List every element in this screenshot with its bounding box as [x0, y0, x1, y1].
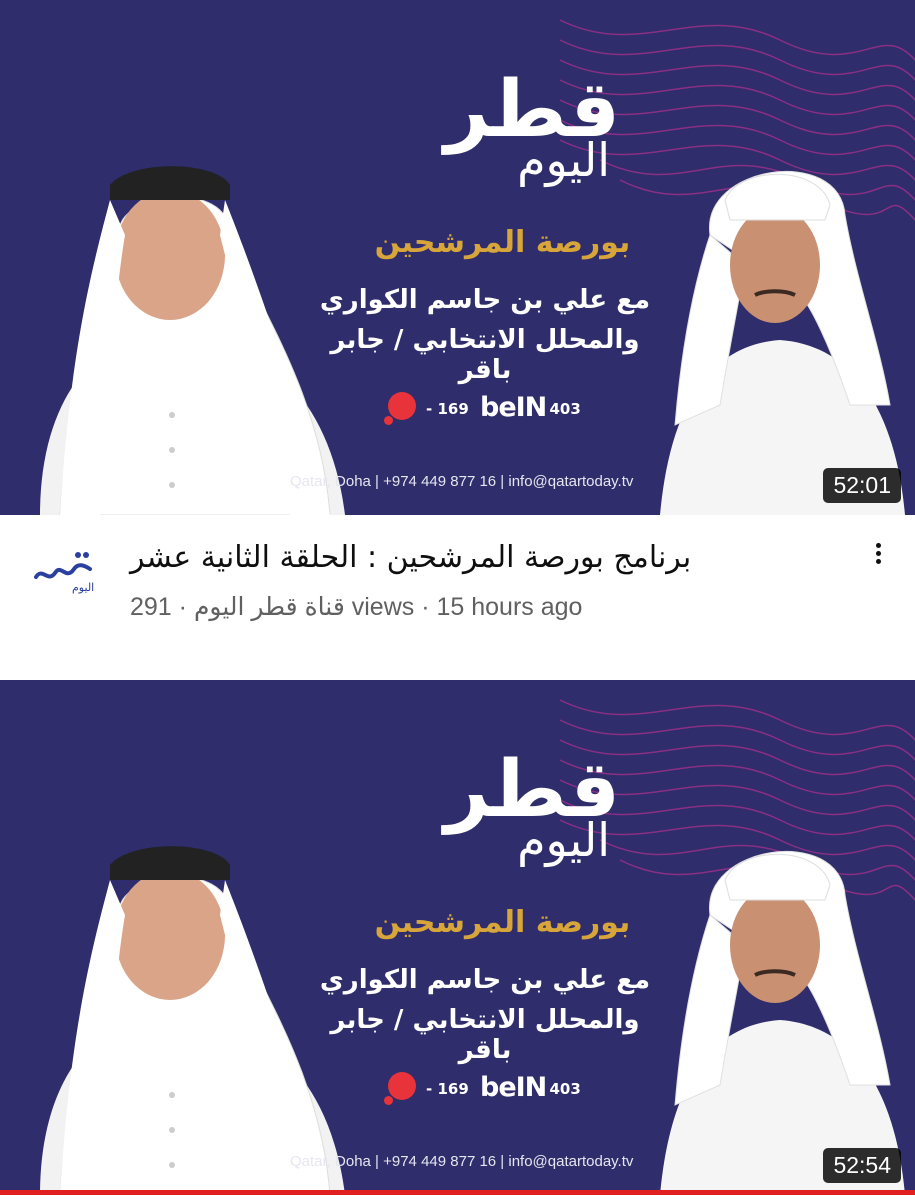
channel-avatar[interactable]: اليوم: [28, 545, 98, 595]
watch-progress-bar: [0, 1190, 915, 1195]
qatar-today-logo: قطر اليوم: [330, 750, 622, 870]
channel-number-2: - 403: [538, 1080, 581, 1098]
duration-badge: 52:54: [823, 1148, 901, 1183]
program-title: بورصة المرشحين: [374, 905, 631, 940]
more-options-icon[interactable]: [868, 540, 888, 570]
logo-sub-text: اليوم: [517, 133, 610, 187]
channel-dot-small-icon: [384, 1096, 393, 1105]
video-title[interactable]: برنامج بورصة المرشحين : الحلقة الثانية ع…: [130, 540, 820, 575]
meta-separator: ·: [171, 593, 194, 621]
program-title: بورصة المرشحين: [374, 225, 631, 260]
channel-numbers: - 169 beIN - 403: [384, 1072, 588, 1112]
channel-dot-icon: [388, 1072, 416, 1100]
meta-separator: ·: [414, 593, 437, 621]
analyst-line: والمحلل الانتخابي / جابر باقر: [330, 1005, 640, 1065]
presenter-line: مع علي بن جاسم الكواري: [319, 285, 651, 315]
qatar-today-logo: قطر اليوم: [330, 70, 622, 190]
presenter-line: مع علي بن جاسم الكواري: [319, 965, 651, 995]
channel-number-2: - 403: [538, 400, 581, 418]
channel-dot-icon: [388, 392, 416, 420]
channel-dot-small-icon: [384, 416, 393, 425]
contact-info: Qatar, Doha | +974 449 877 16 | info@qat…: [290, 473, 634, 490]
video-thumbnail-2[interactable]: قطر اليوم بورصة المرشحين مع علي بن جاسم …: [0, 680, 915, 1195]
channel-number-1: - 169: [426, 400, 469, 418]
avatar-sub-text: اليوم: [72, 581, 94, 594]
channel-name[interactable]: قناة قطر اليوم: [194, 593, 345, 621]
analyst-line: والمحلل الانتخابي / جابر باقر: [330, 325, 640, 385]
host-photo-right: [660, 171, 905, 515]
bein-logo: beIN: [480, 392, 547, 423]
channel-numbers: - 169 beIN - 403: [384, 392, 588, 432]
upload-age: 15 hours ago: [436, 593, 583, 621]
channel-number-1: - 169: [426, 1080, 469, 1098]
duration-badge: 52:01: [823, 468, 901, 503]
bein-logo: beIN: [480, 1072, 547, 1103]
video-metadata: قناة قطر اليوم · 291 views · 15 hours ag…: [130, 592, 582, 622]
video-thumbnail-1[interactable]: قطر اليوم بورصة المرشحين مع علي بن جاسم …: [0, 0, 915, 515]
host-photo-right: [660, 851, 905, 1195]
logo-sub-text: اليوم: [517, 813, 610, 867]
contact-info: Qatar, Doha | +974 449 877 16 | info@qat…: [290, 1153, 634, 1170]
